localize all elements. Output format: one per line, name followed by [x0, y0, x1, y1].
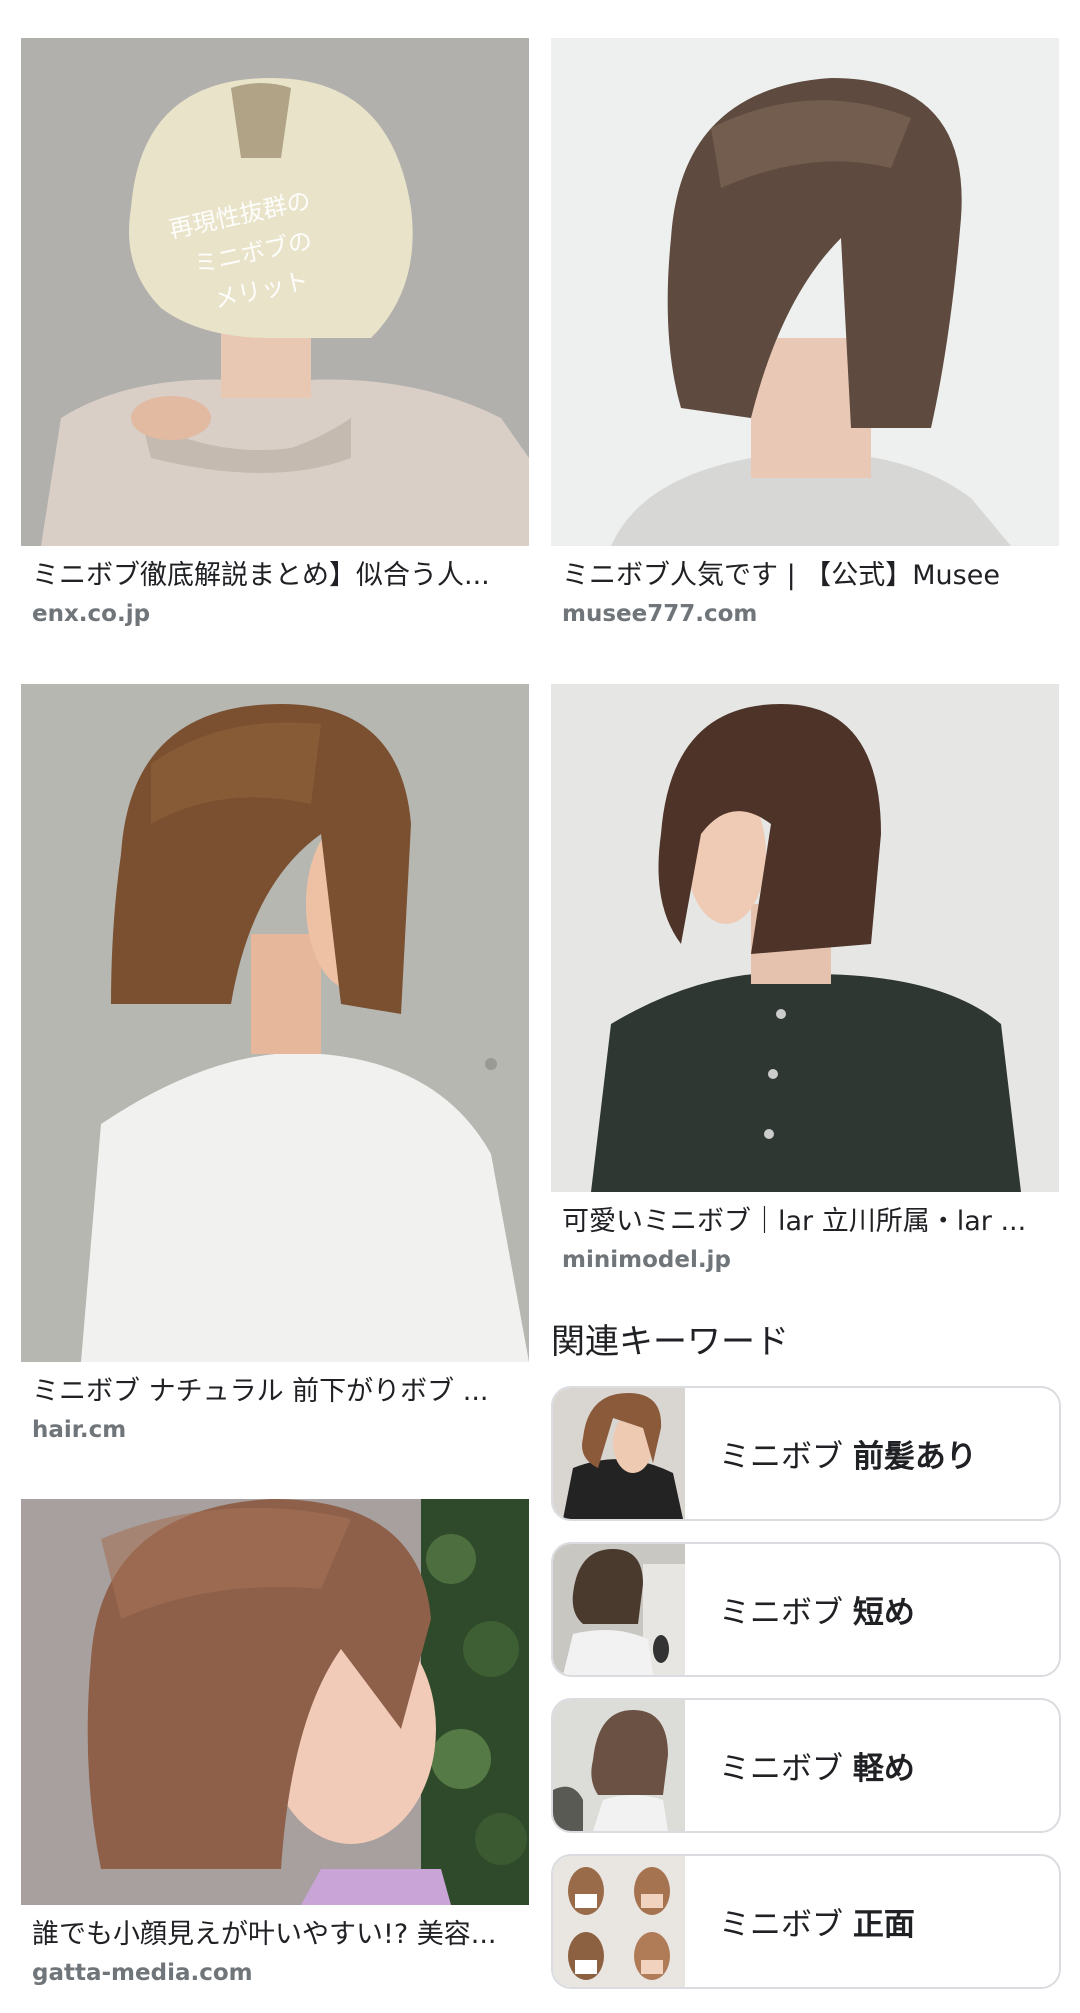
- result-source: musee777.com: [562, 601, 758, 627]
- result-card[interactable]: ミニボブ ナチュラル 前下がりボブ ... hair.cm: [21, 684, 529, 1446]
- chip-thumbnail: [553, 1544, 685, 1675]
- chip-label: ミニボブ 正面: [719, 1907, 915, 1943]
- result-card[interactable]: ミニボブ人気です | 【公式】Musee musee777.com: [551, 38, 1059, 630]
- result-image[interactable]: [551, 684, 1059, 1192]
- result-title[interactable]: 誰でも小顔見えが叶いやすい!? 美容...: [32, 1917, 522, 1953]
- related-keyword-chip[interactable]: ミニボブ 短め: [551, 1542, 1061, 1677]
- result-image[interactable]: 再現性抜群の ミニボブの メリット: [21, 38, 529, 546]
- chip-label: ミニボブ 短め: [719, 1595, 915, 1631]
- related-keyword-chip[interactable]: ミニボブ 正面: [551, 1854, 1061, 1989]
- related-keyword-chip[interactable]: ミニボブ 軽め: [551, 1698, 1061, 1833]
- result-source: enx.co.jp: [32, 601, 151, 627]
- result-title[interactable]: 可愛いミニボブ｜lar 立川所属・lar ...: [562, 1204, 1052, 1240]
- result-card[interactable]: 可愛いミニボブ｜lar 立川所属・lar ... minimodel.jp: [551, 684, 1059, 1276]
- result-card[interactable]: 再現性抜群の ミニボブの メリット ミニボブ徹底解説まとめ】似合う人... en…: [21, 38, 529, 630]
- result-source: gatta-media.com: [32, 1960, 253, 1986]
- related-keyword-chip[interactable]: ミニボブ 前髪あり: [551, 1386, 1061, 1521]
- chip-thumbnail: [553, 1388, 685, 1519]
- result-image[interactable]: [551, 38, 1059, 546]
- chip-label: ミニボブ 軽め: [719, 1751, 915, 1787]
- result-image[interactable]: [21, 684, 529, 1362]
- result-image[interactable]: [21, 1499, 529, 1905]
- result-source: minimodel.jp: [562, 1247, 731, 1273]
- related-keywords: 関連キーワード ミニボブ 前髪あり ミニボブ 短め ミニボブ 軽め ミニボブ 正…: [551, 1320, 1061, 1989]
- chip-thumbnail: [553, 1700, 685, 1831]
- chip-thumbnail: [553, 1856, 685, 1987]
- result-title[interactable]: ミニボブ人気です | 【公式】Musee: [562, 558, 1052, 594]
- result-title[interactable]: ミニボブ徹底解説まとめ】似合う人...: [32, 558, 522, 594]
- result-source: hair.cm: [32, 1417, 127, 1443]
- related-keywords-heading: 関連キーワード: [551, 1322, 789, 1362]
- chip-label: ミニボブ 前髪あり: [719, 1439, 977, 1475]
- result-title[interactable]: ミニボブ ナチュラル 前下がりボブ ...: [32, 1374, 522, 1410]
- result-card[interactable]: 誰でも小顔見えが叶いやすい!? 美容... gatta-media.com: [21, 1499, 529, 1989]
